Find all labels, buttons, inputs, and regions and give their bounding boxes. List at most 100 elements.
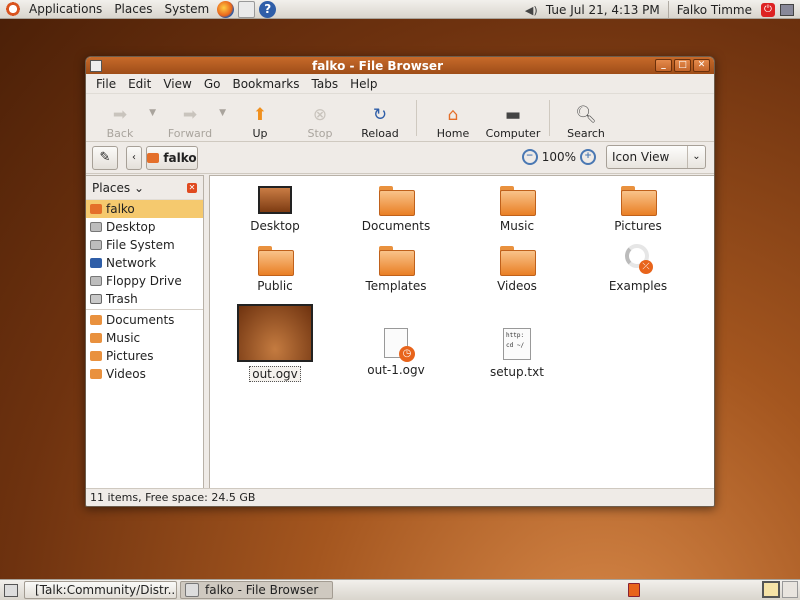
folder-icon (90, 333, 102, 343)
zoom-in-icon[interactable]: + (580, 149, 596, 165)
file-item-desktop[interactable]: Desktop (220, 186, 330, 233)
sidebar-item-label: Documents (106, 313, 175, 327)
close-button[interactable]: ✕ (693, 59, 710, 72)
mail-icon[interactable] (238, 0, 256, 18)
system-menu[interactable]: System (158, 0, 215, 19)
home-button[interactable]: ⌂ Home (423, 96, 483, 140)
window-titlebar[interactable]: falko - File Browser _ □ ✕ (86, 57, 714, 74)
file-item-out-ogv[interactable]: out.ogv (220, 304, 330, 382)
back-arrow-icon: ➡ (112, 104, 128, 125)
sidebar-item-label: Floppy Drive (106, 274, 182, 288)
maximize-button[interactable]: □ (674, 59, 691, 72)
show-desktop-icon[interactable] (4, 583, 18, 597)
network-icon (90, 258, 102, 268)
file-item-setup-txt[interactable]: http: cd ~/ setup.txt (462, 328, 572, 379)
minimize-button[interactable]: _ (655, 59, 672, 72)
up-button[interactable]: ⬆ Up (230, 96, 290, 140)
trash-applet-icon[interactable] (628, 583, 640, 597)
taskbar-button-firefox[interactable]: [Talk:Community/Distr... (24, 581, 177, 599)
sidebar-item-documents[interactable]: Documents (86, 311, 203, 329)
zoom-out-icon[interactable]: − (521, 149, 538, 165)
workspace-2[interactable] (782, 581, 798, 598)
reload-button[interactable]: ↻ Reload (350, 96, 410, 140)
help-icon[interactable]: ? (259, 0, 277, 18)
menu-view[interactable]: View (157, 77, 197, 91)
sidebar-item-floppy-drive[interactable]: Floppy Drive (86, 272, 203, 290)
content-area: Places ⌄ ✕ falko Desktop File System Net… (86, 175, 714, 488)
forward-button[interactable]: ➡ Forward ▼ (160, 96, 226, 140)
file-label: setup.txt (490, 365, 544, 379)
sidebar-type-label: Places (92, 180, 131, 195)
clock[interactable]: Tue Jul 21, 4:13 PM (542, 3, 664, 17)
sidebar-item-videos[interactable]: Videos (86, 365, 203, 383)
chevron-left-icon: ‹ (132, 152, 136, 163)
power-icon[interactable]: ⏻ (761, 2, 775, 17)
menu-file[interactable]: File (90, 77, 122, 91)
file-item-music[interactable]: Music (462, 186, 572, 233)
sidebar-item-pictures[interactable]: Pictures (86, 347, 203, 365)
sidebar-item-trash[interactable]: Trash (86, 290, 203, 308)
drive-icon (90, 240, 102, 250)
file-item-public[interactable]: Public (220, 246, 330, 293)
menu-bookmarks[interactable]: Bookmarks (226, 77, 305, 91)
sidebar-item-label: File System (106, 238, 175, 252)
video-file-icon: ◷ (384, 328, 415, 362)
menu-tabs[interactable]: Tabs (306, 77, 345, 91)
folder-icon (500, 246, 536, 276)
file-label: out-1.ogv (367, 363, 425, 377)
volume-icon[interactable]: ◀) (525, 4, 538, 17)
file-item-documents[interactable]: Documents (341, 186, 451, 233)
menu-go[interactable]: Go (198, 77, 227, 91)
file-item-templates[interactable]: Templates (341, 246, 451, 293)
path-button-label: falko (163, 150, 197, 165)
file-item-examples[interactable]: ⤫ Examples (583, 242, 693, 293)
firefox-icon[interactable] (217, 0, 235, 18)
folder-icon (90, 315, 102, 325)
file-item-videos[interactable]: Videos (462, 246, 572, 293)
places-menu[interactable]: Places (108, 0, 158, 19)
applications-menu[interactable]: Applications (23, 0, 108, 19)
path-scroll-left-button[interactable]: ‹ (126, 145, 142, 170)
home-icon: ⌂ (447, 104, 459, 125)
taskbar-button-file-browser[interactable]: falko - File Browser (180, 581, 333, 599)
sidebar-item-label: Videos (106, 367, 146, 381)
sidebar-item-label: falko (106, 202, 135, 216)
stop-button[interactable]: ⊗ Stop (290, 96, 350, 140)
home-label: Home (436, 126, 470, 140)
back-button[interactable]: ➡ Back ▼ (90, 96, 156, 140)
workspace-1[interactable] (762, 581, 780, 598)
file-item-pictures[interactable]: Pictures (583, 186, 693, 233)
sidebar-item-network[interactable]: Network (86, 254, 203, 272)
sidebar-type-select[interactable]: Places ⌄ (92, 181, 144, 195)
sidebar-close-icon[interactable]: ✕ (187, 182, 197, 193)
zoom-level[interactable]: 100% (542, 150, 576, 164)
desktop-icon (90, 222, 102, 232)
top-menu: Applications Places System (23, 0, 215, 19)
forward-dropdown-icon[interactable]: ▼ (219, 108, 226, 118)
network-monitor-icon[interactable] (780, 3, 794, 16)
sidebar-item-file-system[interactable]: File System (86, 236, 203, 254)
path-button-falko[interactable]: falko (146, 145, 198, 170)
search-icon: 🔍︎ (575, 104, 597, 125)
sidebar-item-desktop[interactable]: Desktop (86, 218, 203, 236)
folder-icon (90, 369, 102, 379)
icon-view[interactable]: Desktop Documents Music Pictures Public (210, 175, 714, 488)
task-label: [Talk:Community/Distr... (35, 583, 177, 597)
folder-icon (379, 246, 415, 276)
sidebar-item-falko[interactable]: falko (86, 200, 203, 218)
file-item-out-1-ogv[interactable]: ◷ out-1.ogv (341, 328, 451, 377)
user-name[interactable]: Falko Timme (673, 3, 756, 17)
edit-location-icon: ✎ (99, 150, 111, 165)
search-button[interactable]: 🔍︎ Search (556, 96, 616, 140)
toggle-location-entry-button[interactable]: ✎ (92, 145, 118, 170)
ubuntu-logo-icon[interactable] (5, 1, 21, 17)
menu-edit[interactable]: Edit (122, 77, 157, 91)
computer-button[interactable]: ▬ Computer (483, 96, 543, 140)
back-dropdown-icon[interactable]: ▼ (149, 108, 156, 118)
reload-label: Reload (361, 126, 399, 140)
menu-help[interactable]: Help (344, 77, 383, 91)
view-mode-select[interactable]: Icon View ⌄ (606, 145, 706, 169)
toolbar-separator (549, 99, 550, 136)
window-menu-icon[interactable] (90, 59, 102, 72)
sidebar-item-music[interactable]: Music (86, 329, 203, 347)
